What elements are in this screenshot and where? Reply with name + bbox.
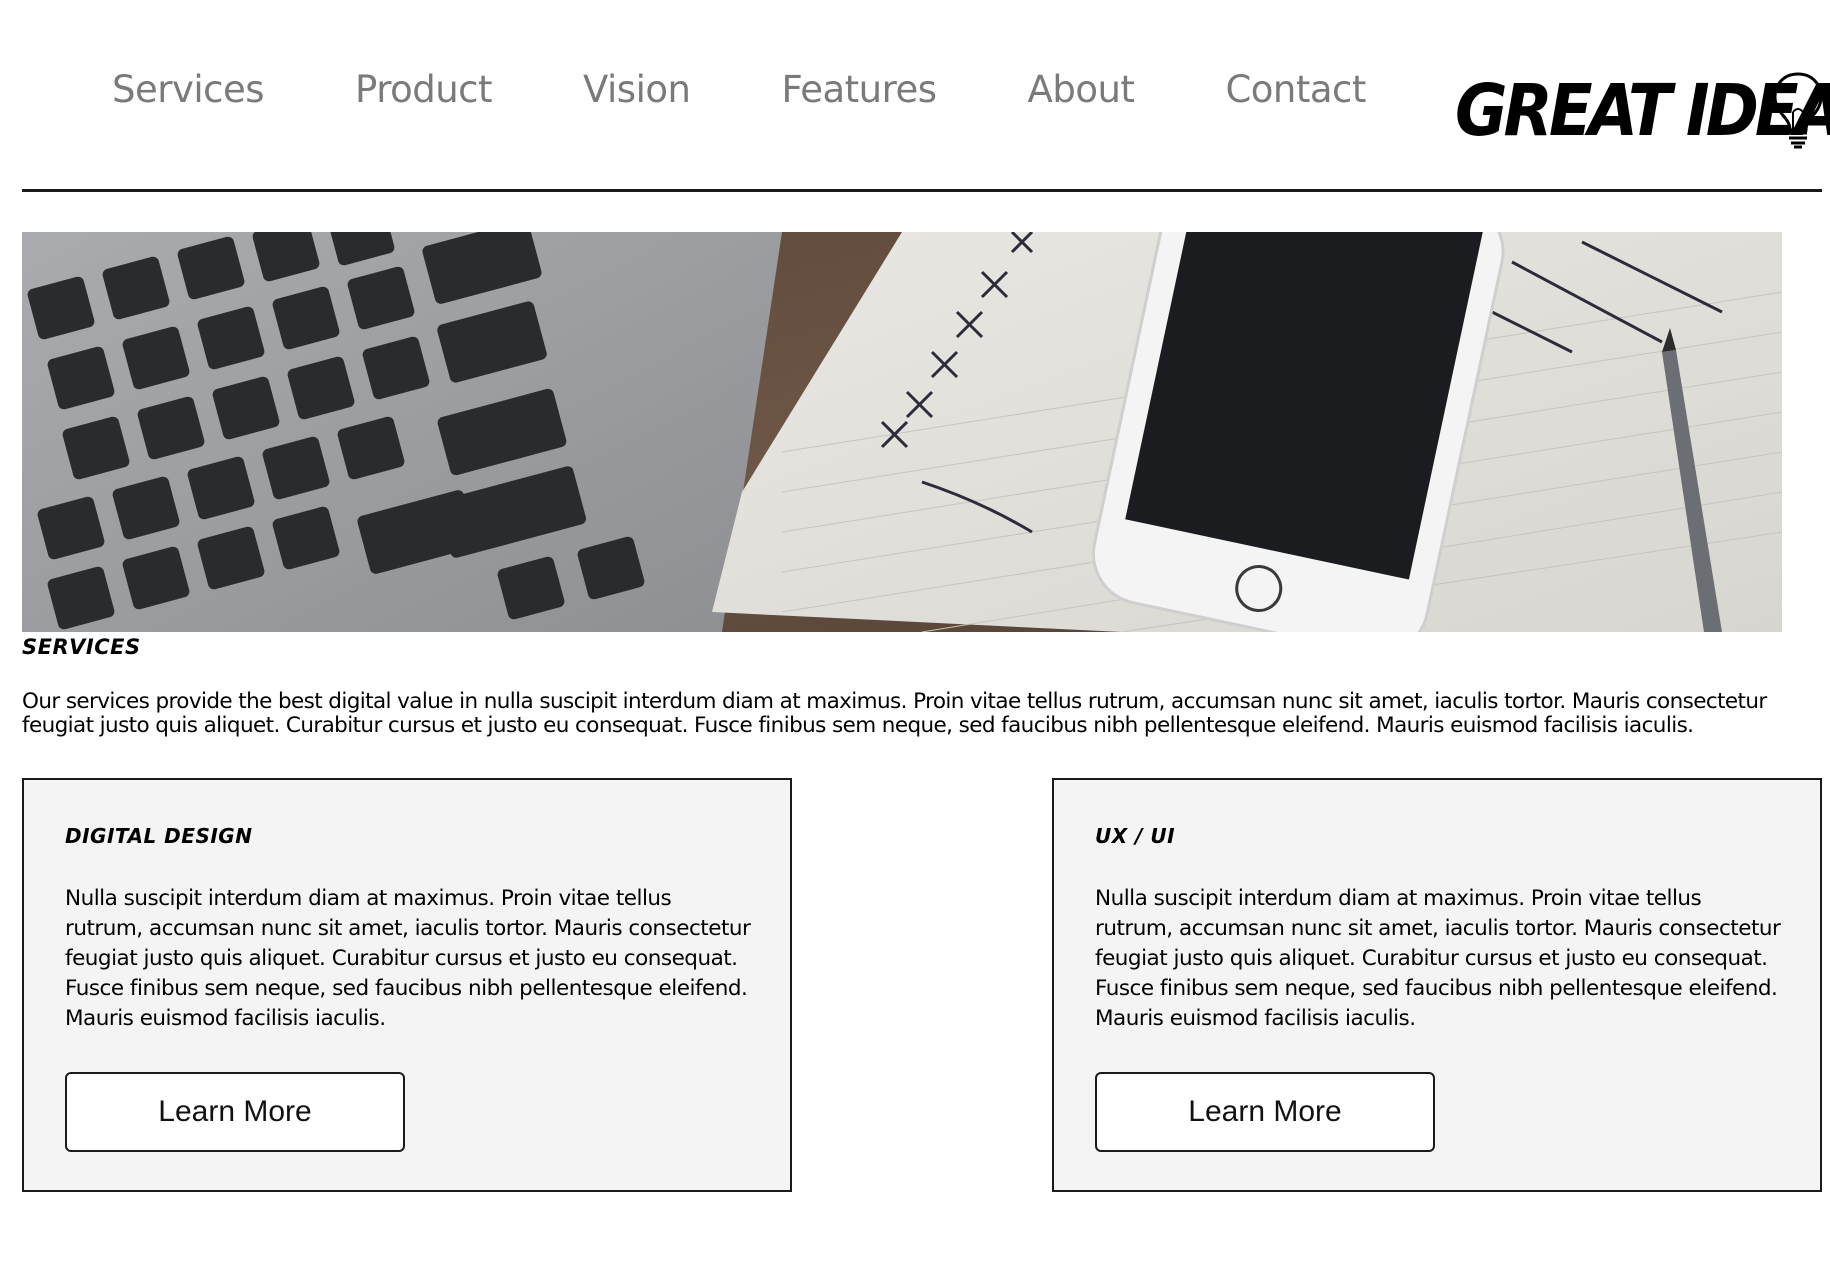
nav-link-product[interactable]: Product [355, 68, 492, 111]
service-card-ux-ui: UX / UI Nulla suscipit interdum diam at … [1052, 778, 1822, 1192]
services-heading: Services [22, 635, 141, 659]
services-intro-text: Our services provide the best digital va… [22, 689, 1767, 738]
hero-photo-illustration [22, 232, 1782, 632]
card-title: Digital Design [65, 824, 253, 848]
lightbulb-icon [1773, 72, 1823, 149]
learn-more-button[interactable]: Learn More [1095, 1072, 1435, 1152]
learn-more-button[interactable]: Learn More [65, 1072, 405, 1152]
hero-image [22, 232, 1782, 632]
header-divider [22, 189, 1822, 192]
card-title: UX / UI [1095, 824, 1176, 848]
nav-link-contact[interactable]: Contact [1225, 68, 1366, 111]
service-card-digital-design: Digital Design Nulla suscipit interdum d… [22, 778, 792, 1192]
nav-link-vision[interactable]: Vision [583, 68, 691, 111]
brand-logo[interactable]: GREAT IDEA [1455, 70, 1830, 154]
nav-link-about[interactable]: About [1028, 68, 1135, 111]
card-text: Nulla suscipit interdum diam at maximus.… [65, 886, 751, 1031]
nav-link-services[interactable]: Services [112, 68, 265, 111]
main-nav: Services Product Vision Features About C… [112, 68, 1366, 111]
card-text: Nulla suscipit interdum diam at maximus.… [1095, 886, 1781, 1031]
nav-link-features[interactable]: Features [781, 68, 937, 111]
